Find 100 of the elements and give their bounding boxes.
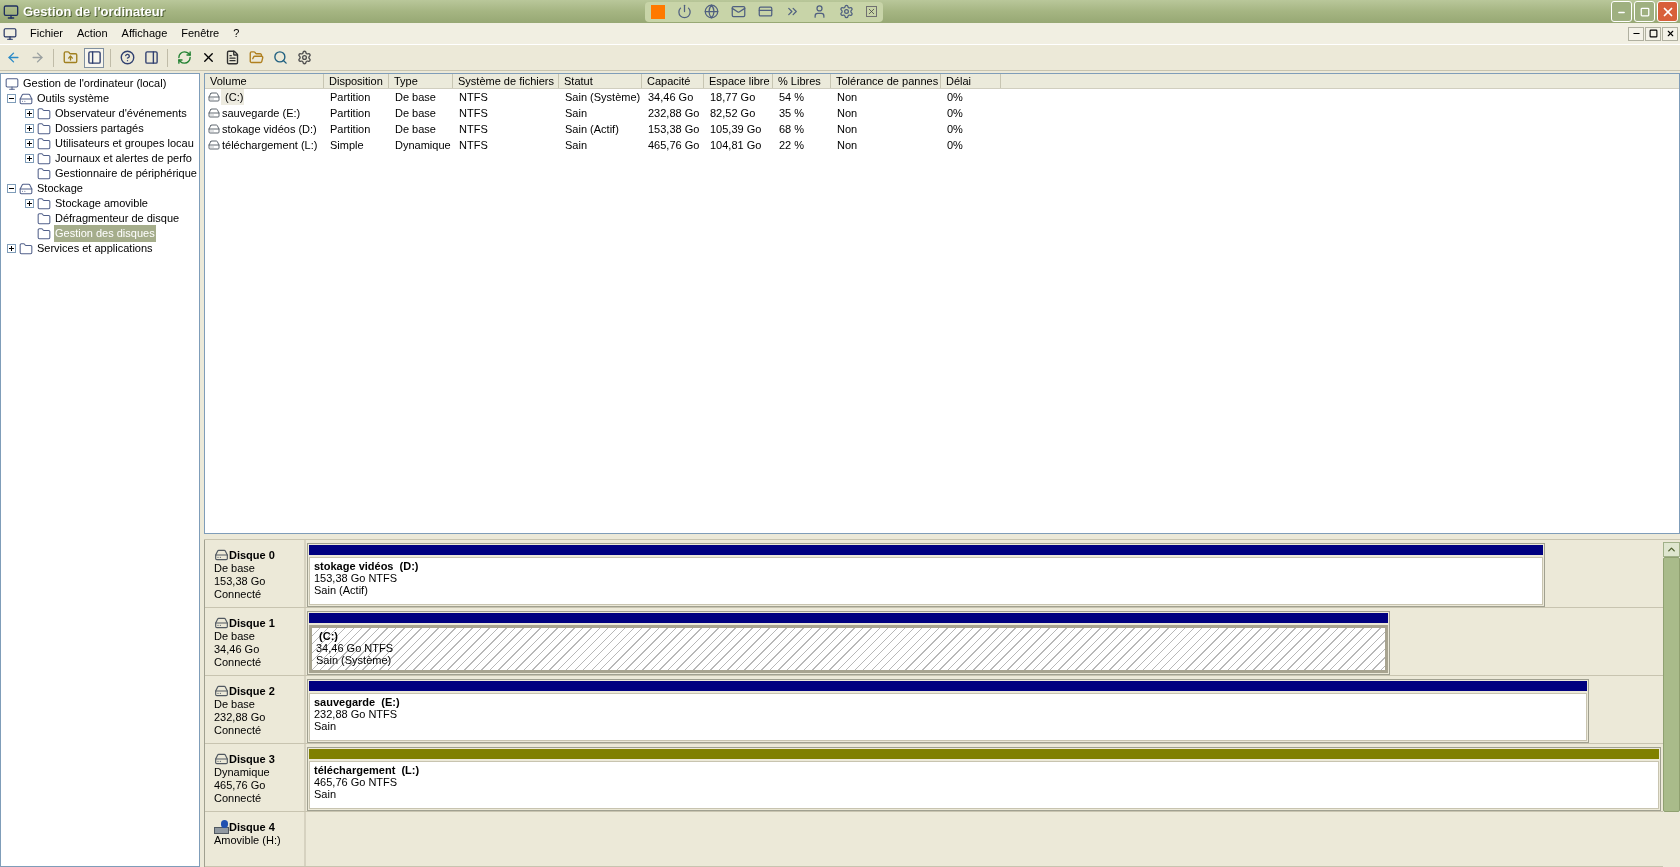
restore-button[interactable] (1645, 26, 1661, 41)
expand-toggle[interactable] (25, 199, 34, 208)
expand-toggle[interactable] (25, 109, 34, 118)
menu-item[interactable]: Action (70, 25, 115, 42)
disk-name: Disque 2 (229, 684, 275, 698)
settings-icon[interactable] (838, 4, 854, 19)
partition-size: 34,46 Go NTFS (316, 642, 395, 654)
computer-icon (5, 76, 19, 91)
tree-item[interactable]: Dossiers partagés (54, 120, 145, 137)
drive-icon (19, 91, 33, 106)
back-icon (5, 50, 21, 65)
partition-label: sauvegarde (E:) (314, 696, 401, 708)
properties-icon (224, 50, 240, 65)
expand-toggle[interactable] (25, 124, 34, 133)
disk-status: Connecté (214, 724, 263, 737)
tree-item[interactable]: Défragmenteur de disque (54, 210, 181, 227)
tree-toggle-button[interactable] (84, 47, 104, 68)
drive-label[interactable]: stokage vidéos (D:) (221, 120, 318, 138)
folder-icon (37, 106, 51, 121)
card-icon[interactable] (757, 4, 773, 19)
table-cell-text: 34,46 Go (647, 89, 695, 105)
disk-type: De base (214, 698, 256, 711)
table-cell-text: Dynamique (394, 137, 452, 153)
collapse-toggle[interactable] (7, 94, 16, 103)
collapse-toggle[interactable] (7, 184, 16, 193)
folder-icon (37, 151, 51, 166)
expand-toggle[interactable] (7, 244, 16, 253)
table-cell-text: 82,52 Go (709, 105, 757, 121)
disk-size: 153,38 Go (214, 575, 267, 588)
tree-item[interactable]: Services et applications (36, 240, 154, 257)
tree-item[interactable]: Stockage (36, 180, 84, 197)
table-cell-text: 153,38 Go (647, 121, 701, 137)
table-cell-text: NTFS (458, 121, 489, 137)
table-cell-text: 0% (946, 121, 964, 137)
table-cell-text: 0% (946, 89, 964, 105)
search-icon (272, 50, 288, 65)
drive-icon (207, 107, 221, 119)
column-header[interactable]: Disposition (324, 74, 389, 88)
tree-item[interactable]: Stockage amovible (54, 195, 149, 212)
table-cell-text: 104,81 Go (709, 137, 763, 153)
power-icon[interactable] (676, 4, 692, 19)
disk-name: Disque 4 (229, 820, 275, 834)
column-header[interactable]: % Libres (773, 74, 831, 88)
drive-label[interactable]: sauvegarde (E:) (221, 104, 302, 122)
menu-item[interactable]: Affichage (114, 25, 175, 42)
partition-block[interactable]: stokage vidéos (D:) 153,38 Go NTFS Sain (Actif) (307, 543, 1546, 607)
expand-toggle[interactable] (25, 139, 34, 148)
folder-icon (37, 121, 51, 136)
column-header[interactable]: Volume (205, 74, 324, 88)
table-cell-text: Partition (329, 105, 372, 121)
table-cell-text: De base (394, 89, 437, 105)
table-cell-text: 0% (946, 137, 964, 153)
disk-size: 232,88 Go (214, 711, 267, 724)
partition-block[interactable]: (C:) 34,46 Go NTFS Sain (Système) (307, 611, 1391, 675)
tree-item[interactable]: Outils système (36, 90, 111, 107)
table-cell-text: 68 % (778, 121, 806, 137)
column-header[interactable]: Délai (941, 74, 1001, 88)
partition-status: Sain (314, 788, 338, 800)
expand-toggle[interactable] (25, 154, 34, 163)
table-cell-text: 18,77 Go (709, 89, 757, 105)
tree-item[interactable]: Gestion de l'ordinateur (local) (22, 75, 168, 92)
table-cell-text: 232,88 Go (647, 105, 701, 121)
column-header[interactable]: Système de fichiers (453, 74, 559, 88)
tree-item[interactable]: Journaux et alertes de perfo (54, 150, 193, 167)
menu-item[interactable]: ? (226, 25, 247, 42)
minimize-button[interactable] (1628, 26, 1644, 41)
drive-label[interactable]: téléchargement (L:) (221, 136, 319, 154)
partition-size: 465,76 Go NTFS (314, 776, 399, 788)
tree-item[interactable]: Gestionnaire de périphérique (54, 165, 198, 182)
column-header[interactable]: Statut (559, 74, 642, 88)
restore-icon (1639, 6, 1650, 17)
menu-item[interactable]: Fichier (23, 25, 70, 42)
column-header[interactable]: Espace libre (704, 74, 773, 88)
forward-icon (29, 50, 45, 65)
tree-item[interactable]: Observateur d'événements (54, 105, 188, 122)
mail-icon[interactable] (730, 4, 746, 19)
disk-name: Disque 1 (229, 616, 275, 630)
tree-item[interactable]: Utilisateurs et groupes locau (54, 135, 195, 152)
folder-icon (37, 226, 51, 241)
partition-block[interactable]: sauvegarde (E:) 232,88 Go NTFS Sain (307, 679, 1589, 743)
close-button[interactable] (1662, 26, 1678, 41)
globe-icon[interactable] (703, 4, 719, 19)
table-cell-text: NTFS (458, 137, 489, 153)
partition-block[interactable]: téléchargement (L:) 465,76 Go NTFS Sain (307, 747, 1661, 811)
panel-icon (143, 50, 159, 65)
disk-type: De base (214, 630, 256, 643)
folder-icon (37, 166, 51, 181)
menu-item[interactable]: Fenêtre (174, 25, 227, 42)
table-cell-text: Partition (329, 121, 372, 137)
settings-icon (296, 50, 312, 65)
column-header[interactable]: Type (389, 74, 453, 88)
column-header[interactable]: Tolérance de pannes (831, 74, 941, 88)
table-cell-text: Non (836, 89, 859, 105)
refresh-icon (176, 50, 192, 65)
user-icon[interactable] (811, 4, 827, 19)
restore-icon (1648, 29, 1658, 38)
column-header[interactable]: Capacité (642, 74, 704, 88)
scroll-up-icon[interactable] (1666, 544, 1677, 555)
close-icon[interactable] (865, 6, 877, 17)
disk-size: 465,76 Go (214, 779, 267, 792)
